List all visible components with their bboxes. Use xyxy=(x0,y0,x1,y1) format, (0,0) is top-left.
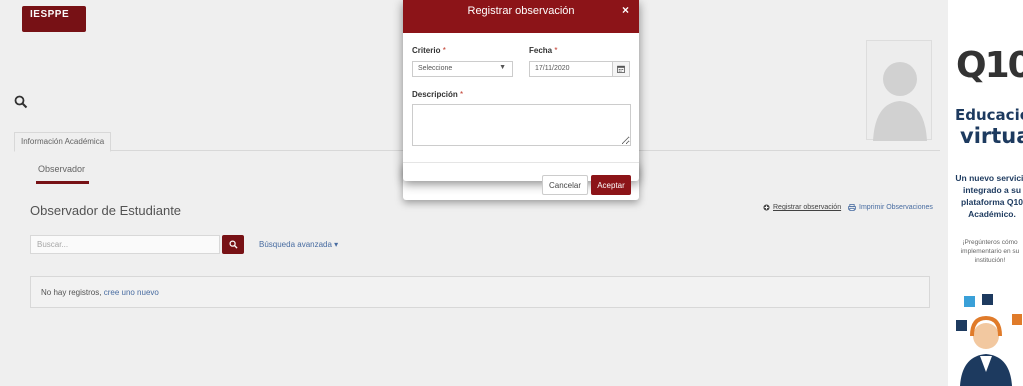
register-observation-modal: Registrar observación × Criterio * Fecha… xyxy=(403,0,639,181)
search-tile-icon xyxy=(964,296,975,307)
descripcion-label: Descripción * xyxy=(412,90,463,99)
calendar-button[interactable] xyxy=(612,61,630,77)
video-tile-icon xyxy=(956,320,967,331)
caret-down-icon: ▼ xyxy=(499,64,506,71)
chart-tile-icon xyxy=(1012,314,1022,325)
support-agent-illustration xyxy=(956,294,1022,386)
close-icon[interactable]: × xyxy=(622,3,629,17)
required-mark: * xyxy=(442,46,446,55)
fecha-input[interactable]: 17/11/2020 xyxy=(529,61,612,77)
fecha-label-text: Fecha xyxy=(529,46,553,55)
ad-question-text: ¡Pregúnteros cómo implementario en su in… xyxy=(960,239,1020,264)
user-tile-icon xyxy=(982,294,993,305)
descripcion-textarea[interactable] xyxy=(412,104,631,146)
criterio-label: Criterio * xyxy=(412,46,446,55)
accept-button[interactable]: Aceptar xyxy=(591,175,631,195)
ad-headline-line1: Educación xyxy=(955,106,1023,124)
cancel-button[interactable]: Cancelar xyxy=(542,175,588,195)
criterio-selected-value: Seleccione xyxy=(418,65,453,72)
required-mark: * xyxy=(460,90,464,99)
required-mark: * xyxy=(554,46,558,55)
advertisement-panel[interactable]: Q10 Educación virtual Un nuevo servicio … xyxy=(948,0,1023,386)
ad-service-text: Un nuevo servicio integrado a su platafo… xyxy=(955,173,1023,219)
modal-title: Registrar observación xyxy=(467,5,575,17)
q10-logo: Q10 xyxy=(956,45,1023,86)
fecha-label: Fecha * xyxy=(529,46,557,55)
modal-divider xyxy=(403,162,639,163)
ad-headline-line2: virtual xyxy=(960,124,1023,148)
calendar-icon xyxy=(617,65,625,73)
criterio-label-text: Criterio xyxy=(412,46,441,55)
q10-logo-text: Q10 xyxy=(956,45,1023,86)
descripcion-label-text: Descripción xyxy=(412,90,458,99)
modal-header: Registrar observación × xyxy=(403,0,639,33)
agent-head xyxy=(973,323,999,349)
criterio-select[interactable]: Seleccione ▼ xyxy=(412,61,513,77)
